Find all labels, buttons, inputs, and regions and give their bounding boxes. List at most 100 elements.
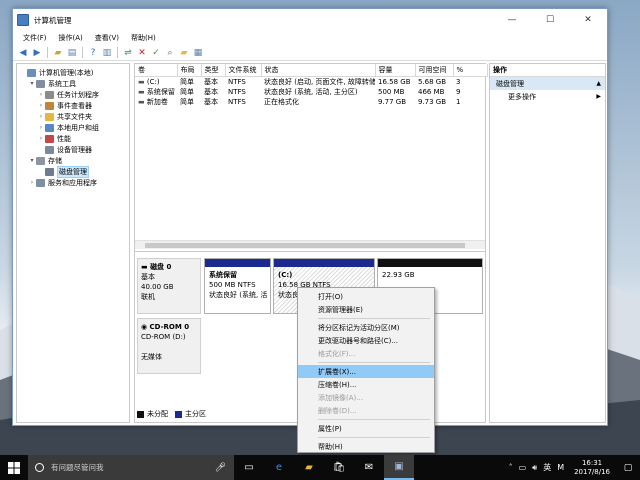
maximize-button[interactable]: ☐ xyxy=(531,9,569,31)
context-menu-item[interactable]: 资源管理器(E) xyxy=(298,303,434,316)
folder-icon[interactable]: ▰ xyxy=(178,47,190,59)
chevron-right-icon[interactable]: › xyxy=(37,91,45,98)
legend-unallocated: 未分配 xyxy=(147,410,168,418)
tree-item[interactable]: 计算机管理(本地) xyxy=(17,67,129,78)
edge-browser-icon[interactable]: e xyxy=(264,455,294,480)
task-view-icon[interactable]: ▭ xyxy=(234,455,264,480)
chevron-right-icon[interactable]: › xyxy=(37,113,45,120)
more-actions-item[interactable]: 更多操作 ▶ xyxy=(490,90,605,103)
properties-icon[interactable]: ▥ xyxy=(101,47,113,59)
actions-section-disk-management[interactable]: 磁盘管理 ▲ xyxy=(490,77,605,90)
column-header-capacity[interactable]: 容量 xyxy=(375,64,416,77)
menu-help[interactable]: 帮助(H) xyxy=(125,33,162,43)
mail-icon[interactable]: ✉ xyxy=(354,455,384,480)
chevron-right-icon[interactable]: › xyxy=(37,102,45,109)
tree-item[interactable]: › 共享文件夹 xyxy=(17,111,129,122)
tree-item[interactable]: 磁盘管理 xyxy=(17,165,129,178)
menu-file[interactable]: 文件(F) xyxy=(17,33,53,43)
context-menu-item[interactable]: 将分区标记为活动分区(M) xyxy=(298,321,434,334)
context-menu-item[interactable]: 帮助(H) xyxy=(298,440,434,453)
actions-pane: 操作 磁盘管理 ▲ 更多操作 ▶ xyxy=(489,63,606,423)
disk-0-info[interactable]: ▬ 磁盘 0 基本 40.00 GB 联机 xyxy=(137,258,201,314)
file-explorer-icon[interactable]: ▰ xyxy=(294,455,324,480)
microphone-icon[interactable]: 🎤︎ xyxy=(215,463,226,473)
clock[interactable]: 16:31 2017/8/16 xyxy=(574,459,610,477)
menu-separator xyxy=(318,419,430,420)
disk-0-name: 磁盘 0 xyxy=(150,263,172,271)
menu-view[interactable]: 查看(V) xyxy=(89,33,125,43)
context-menu-item[interactable]: 扩展卷(X)... xyxy=(298,365,434,378)
window-title: 计算机管理 xyxy=(34,15,72,25)
tree-item-label: 本地用户和组 xyxy=(57,123,99,132)
column-header-layout[interactable]: 布局 xyxy=(177,64,202,77)
expand-down-icon[interactable]: ▾ xyxy=(28,80,36,87)
back-arrow-icon[interactable]: ◀ xyxy=(17,47,29,59)
menu-action[interactable]: 操作(A) xyxy=(53,33,89,43)
tree-item[interactable]: › 性能 xyxy=(17,133,129,144)
unallocated-swatch xyxy=(137,410,144,418)
store-icon[interactable]: 🛍︎ xyxy=(324,455,354,480)
volume-row[interactable]: ▬ 新加卷 简单 基本 NTFS 正在格式化 9.77 GB 9.73 GB 1 xyxy=(135,97,487,107)
context-menu-item: 格式化(F)... xyxy=(318,349,356,358)
check-icon[interactable]: ✓ xyxy=(150,47,162,59)
chevron-right-icon[interactable]: › xyxy=(28,179,36,186)
computer-icon xyxy=(27,68,36,77)
context-menu-item[interactable]: 打开(O) xyxy=(298,290,434,303)
title-bar[interactable]: 计算机管理 — ☐ ✕ xyxy=(13,9,607,31)
forward-arrow-icon[interactable]: ▶ xyxy=(31,47,43,59)
partition-system-reserved[interactable]: 系统保留 500 MB NTFS 状态良好 (系统, 活 xyxy=(204,258,271,314)
connect-icon[interactable]: ⇌ xyxy=(122,47,134,59)
context-menu-item[interactable]: 属性(P) xyxy=(298,422,434,435)
expand-down-icon[interactable]: ▾ xyxy=(28,157,36,164)
tree-item[interactable]: ▾ 系统工具 xyxy=(17,78,129,89)
volume-row[interactable]: ▬ 系统保留 简单 基本 NTFS 状态良好 (系统, 活动, 主分区) 500 MB 46… xyxy=(135,87,487,97)
view-icon[interactable]: ▦ xyxy=(192,47,204,59)
volume-cell: 基本 xyxy=(204,87,218,96)
volume-row[interactable]: ▬ (C:)简单基本NTFS状态良好 (启动, 页面文件, 故障转储, 主分区)… xyxy=(135,76,487,87)
delete-icon[interactable]: ✕ xyxy=(136,47,148,59)
column-header-filesystem[interactable]: 文件系统 xyxy=(225,64,262,77)
tree-item[interactable]: › 服务和应用程序 xyxy=(17,177,129,188)
help-icon[interactable]: ? xyxy=(87,47,99,59)
chevron-right-icon[interactable]: › xyxy=(37,135,45,142)
search-icon[interactable]: ⌕ xyxy=(164,47,176,59)
cortana-search-box[interactable]: 有问题尽管问我 🎤︎ xyxy=(28,455,234,480)
partition-detail: 500 MB NTFS xyxy=(209,281,256,289)
network-icon[interactable]: ▭ xyxy=(519,463,527,472)
volume-icon: ▬ xyxy=(138,77,147,86)
show-hidden-icons-icon[interactable]: ˄ xyxy=(509,463,513,472)
column-header-volume[interactable]: 卷 xyxy=(135,64,178,77)
input-method-indicator[interactable]: 英 xyxy=(543,462,551,473)
column-header-status[interactable]: 状态 xyxy=(261,64,376,77)
volume-cell: 5.68 GB xyxy=(418,77,447,86)
tree-item[interactable]: ▾ 存储 xyxy=(17,155,129,166)
action-center-icon[interactable]: ▢ xyxy=(620,455,636,480)
show-tree-icon[interactable]: ▤ xyxy=(66,47,78,59)
column-header-free-space[interactable]: 可用空间 xyxy=(415,64,454,77)
horizontal-scrollbar[interactable] xyxy=(135,240,485,249)
primary-partition-swatch xyxy=(175,410,182,418)
tree-item-label: 存储 xyxy=(48,156,62,165)
cdrom-0-info[interactable]: ◉ CD-ROM 0 CD-ROM (D:) 无媒体 xyxy=(137,318,201,374)
up-folder-icon[interactable]: ▰ xyxy=(52,47,64,59)
tree-item[interactable]: › 事件查看器 xyxy=(17,100,129,111)
tree-item[interactable]: 设备管理器 xyxy=(17,144,129,155)
context-menu-item[interactable]: 压缩卷(H)... xyxy=(298,378,434,391)
start-button[interactable] xyxy=(0,455,28,480)
minimize-button[interactable]: — xyxy=(493,9,531,31)
chevron-right-icon[interactable]: › xyxy=(37,124,45,131)
volume-icon[interactable]: 🔊︎ xyxy=(532,463,537,473)
computer-management-taskbar-icon[interactable]: ▣ xyxy=(384,455,414,480)
windows-logo-icon xyxy=(8,461,20,474)
tools-icon xyxy=(36,79,45,88)
volume-cell: 9.73 GB xyxy=(418,97,447,106)
context-menu-item[interactable]: 更改驱动器号和路径(C)... xyxy=(298,334,434,347)
column-header-percent[interactable]: % xyxy=(453,64,488,77)
close-button[interactable]: ✕ xyxy=(569,9,607,31)
tree-item[interactable]: › 本地用户和组 xyxy=(17,122,129,133)
menu-separator xyxy=(318,318,430,319)
tree-item[interactable]: › 任务计划程序 xyxy=(17,89,129,100)
column-header-type[interactable]: 类型 xyxy=(201,64,226,77)
ime-mode-indicator[interactable]: M xyxy=(557,463,564,472)
disk-0-size: 40.00 GB xyxy=(141,283,174,291)
